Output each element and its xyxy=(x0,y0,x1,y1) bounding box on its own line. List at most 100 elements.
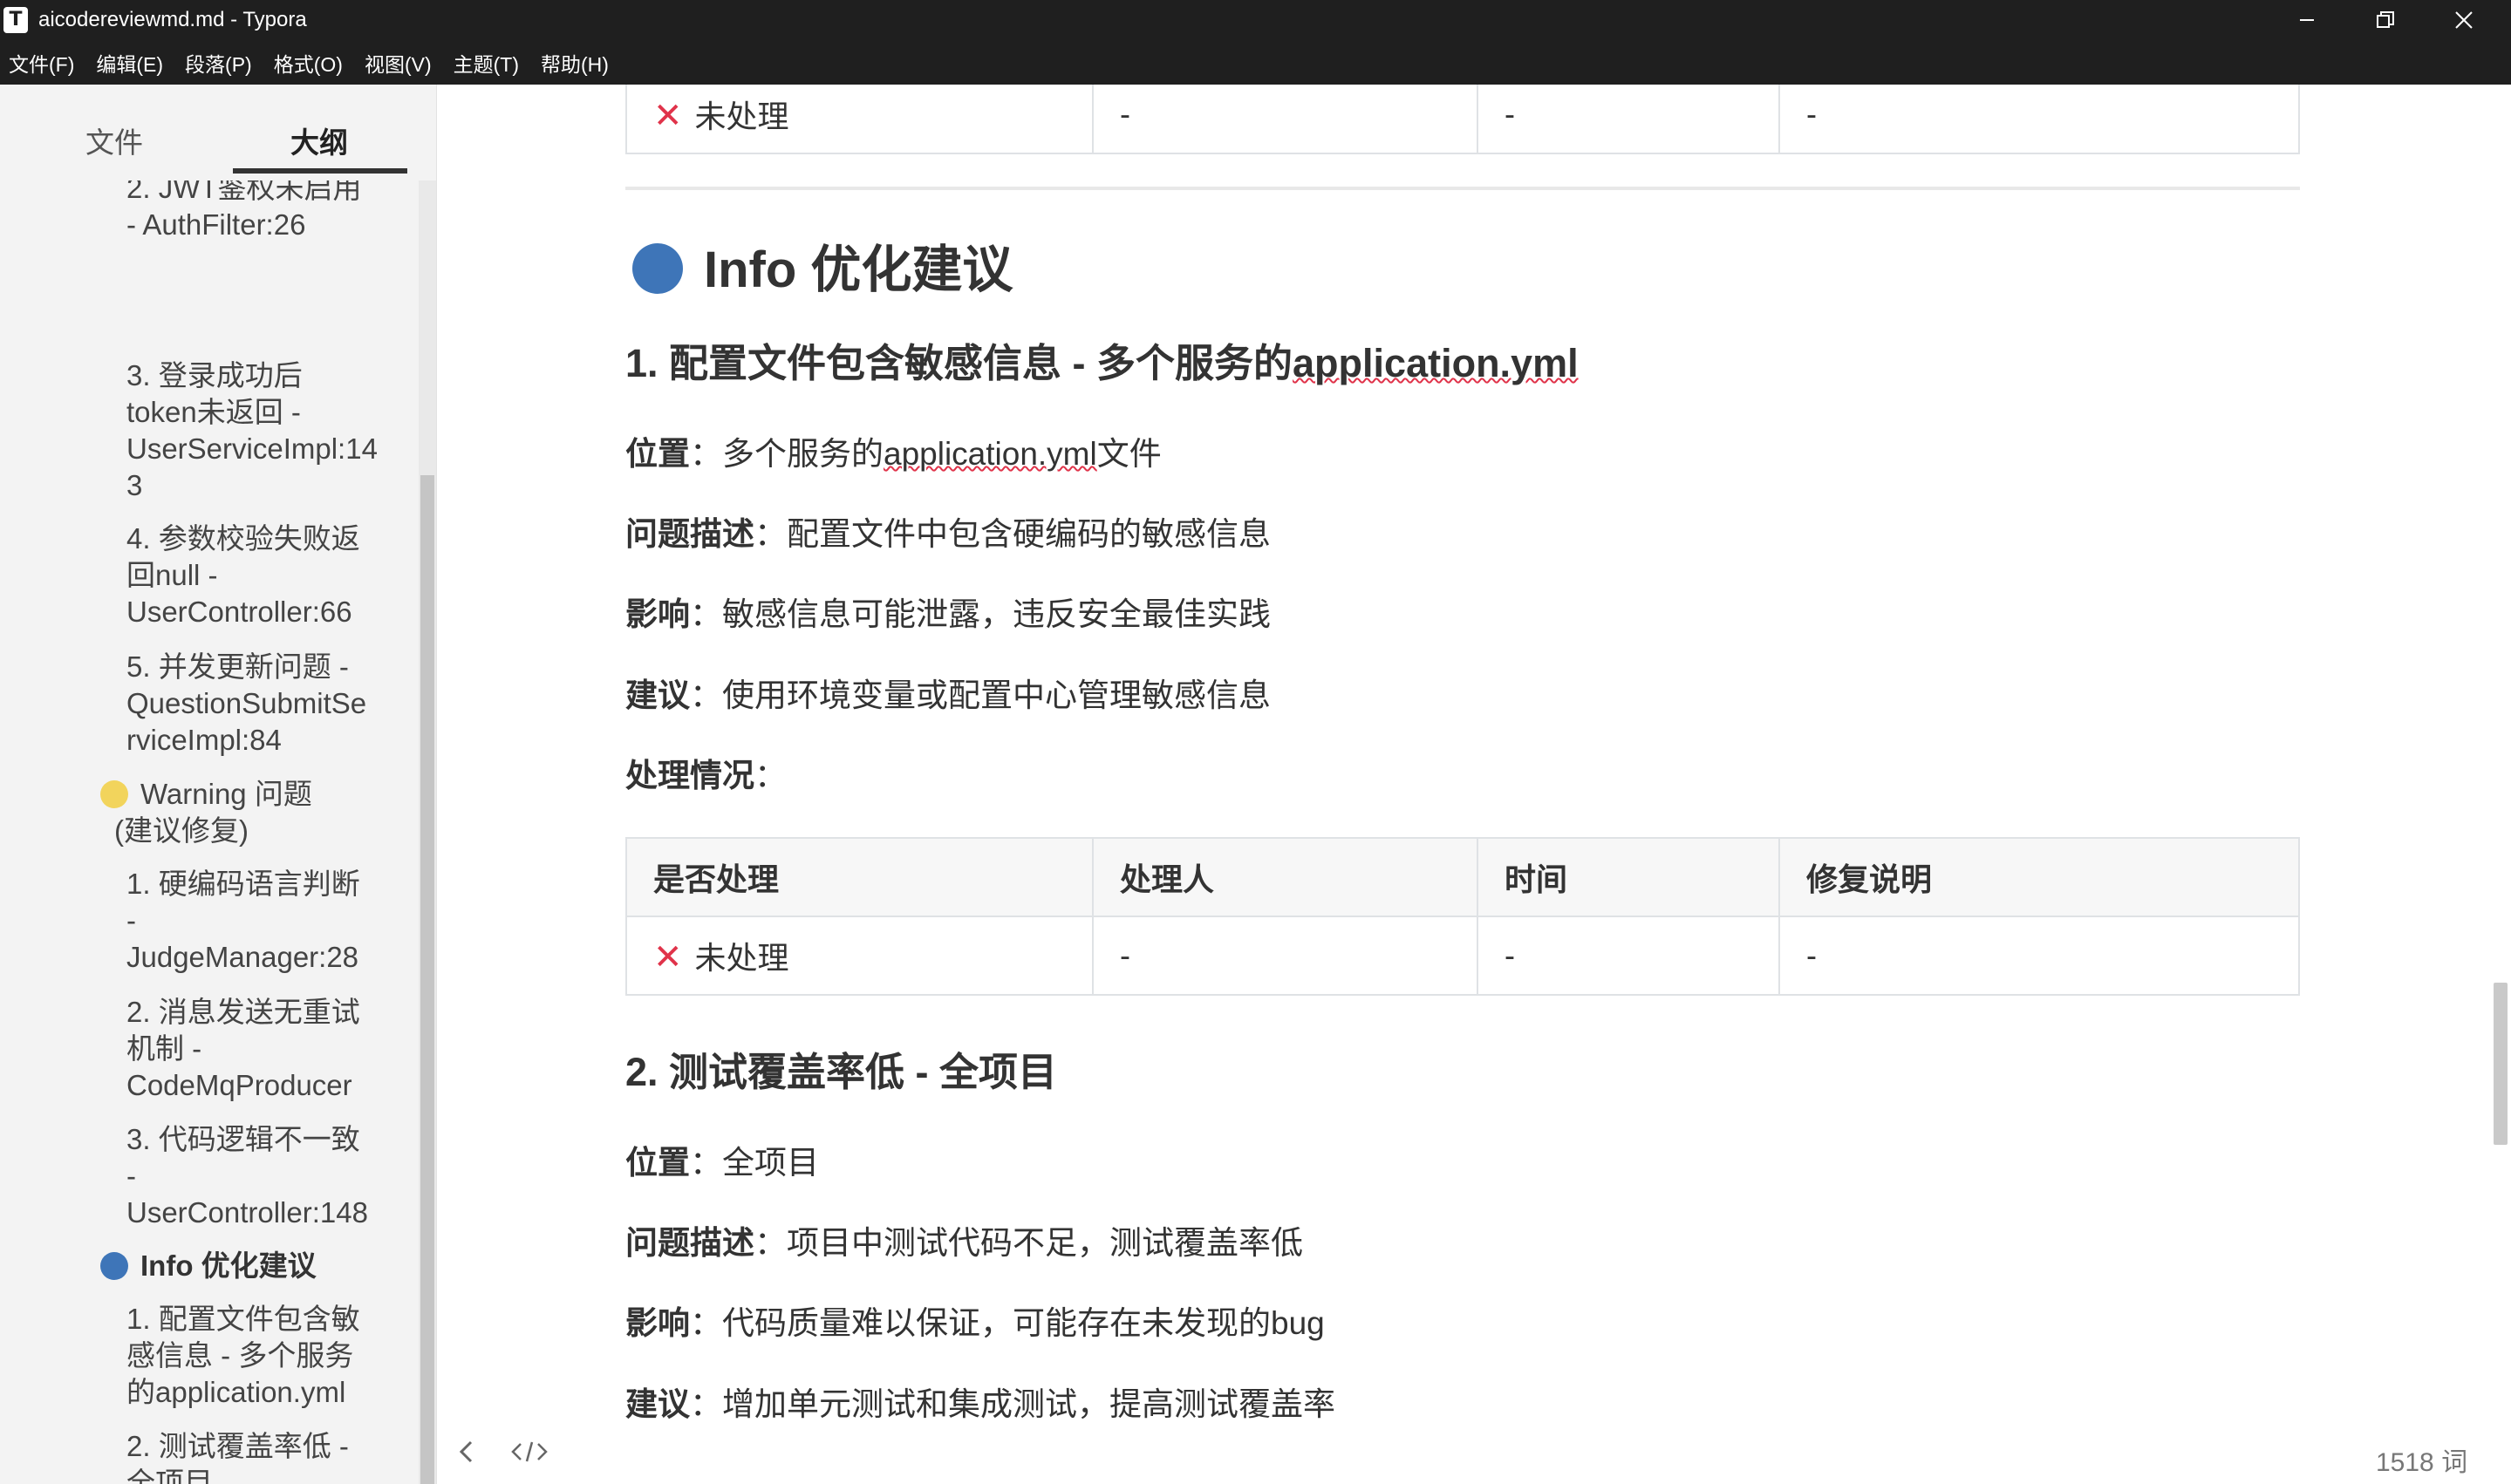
tab-files[interactable]: 文件 xyxy=(85,119,143,161)
outline-item-param-check[interactable]: 4. 参数校验失败返 回null - UserController:66 xyxy=(126,521,388,630)
outline-line: token未返回 - xyxy=(126,396,301,428)
advice-label: 建议 xyxy=(625,1386,690,1422)
info-heading[interactable]: Info 优化建议 xyxy=(632,228,1013,302)
outline-line: 1. 配置文件包含敏 xyxy=(126,1303,360,1335)
outline-line: UserServiceImpl:14 xyxy=(126,432,378,465)
cross-mark-icon: ✕ xyxy=(653,97,683,135)
menu-edit[interactable]: 编辑(E) xyxy=(96,48,163,78)
colon: ： xyxy=(690,436,722,472)
menu-file[interactable]: 文件(F) xyxy=(9,48,74,78)
item1-status-table: 是否处理 处理人 时间 修复说明 ✕ 未处理 - - - xyxy=(625,837,2300,996)
outline-item-mq-retry[interactable]: 2. 消息发送无重试 机制 - CodeMqProducer xyxy=(126,994,388,1104)
outline-line: 感信息 - 多个服务 xyxy=(126,1339,354,1372)
outline-line: 3. 登录成功后 xyxy=(126,359,303,391)
outline-line: - xyxy=(126,1160,136,1192)
table-cell-handler[interactable]: - xyxy=(1092,916,1478,996)
table-row: ✕ 未处理 - - - xyxy=(625,85,2300,154)
minimize-icon xyxy=(2300,19,2314,21)
colon: ： xyxy=(690,677,722,713)
window-title: aicodereviewmd.md - Typora xyxy=(38,8,307,31)
impact-text: 敏感信息可能泄露，违反安全最佳实践 xyxy=(722,596,1271,632)
table-cell-time[interactable]: - xyxy=(1477,916,1780,996)
menu-format[interactable]: 格式(O) xyxy=(274,48,343,78)
outline-item-config-sensitive[interactable]: 1. 配置文件包含敏 感信息 - 多个服务 的application.yml xyxy=(126,1301,388,1411)
item2-description[interactable]: 问题描述：项目中测试代码不足，测试覆盖率低 xyxy=(625,1216,1303,1263)
outline-line: UserController:66 xyxy=(126,596,352,628)
outline-item-info[interactable]: Info 优化建议 xyxy=(100,1248,379,1284)
restore-icon xyxy=(2377,11,2394,28)
item1-location[interactable]: 位置：多个服务的application.yml文件 xyxy=(625,427,1162,474)
item1-handling[interactable]: 处理情况： xyxy=(625,749,787,796)
advice-text: 增加单元测试和集成测试，提高测试覆盖率 xyxy=(722,1386,1335,1422)
item1-heading-filename: application.yml xyxy=(1293,341,1579,385)
menu-view[interactable]: 视图(V) xyxy=(365,48,432,78)
info-heading-text: Info 优化建议 xyxy=(704,242,1013,298)
blue-circle-icon xyxy=(100,1252,128,1280)
title-bar: T aicodereviewmd.md - Typora xyxy=(0,0,2511,40)
outline-line: Info 优化建议 xyxy=(100,1248,379,1284)
code-icon xyxy=(511,1441,548,1462)
outline-line: 2. 测试覆盖率低 - xyxy=(126,1430,349,1462)
table-cell-status[interactable]: ✕ 未处理 xyxy=(625,85,1094,154)
blue-circle-icon xyxy=(632,243,683,294)
item2-advice[interactable]: 建议：增加单元测试和集成测试，提高测试覆盖率 xyxy=(625,1378,1335,1425)
yellow-circle-icon xyxy=(100,780,128,808)
outline-item-test-coverage[interactable]: 2. 测试覆盖率低 - 全项目 xyxy=(126,1428,388,1484)
location-text: 文件 xyxy=(1096,436,1162,472)
impact-text: 代码质量难以保证，可能存在未发现的bug xyxy=(722,1305,1325,1341)
outline-line: JudgeManager:28 xyxy=(126,941,359,973)
menu-help[interactable]: 帮助(H) xyxy=(541,48,609,78)
outline-item-hardcode-lang[interactable]: 1. 硬编码语言判断 - JudgeManager:28 xyxy=(126,866,388,976)
outline-line: 回null - xyxy=(126,559,218,591)
outline-line: 3 xyxy=(126,469,143,501)
outline-item-warning[interactable]: Warning 问题 (建议修复) xyxy=(100,776,379,849)
outline-item-concurrency[interactable]: 5. 并发更新问题 - QuestionSubmitSe rviceImpl:8… xyxy=(126,649,388,759)
impact-label: 影响 xyxy=(625,1305,690,1341)
item1-advice[interactable]: 建议：使用环境变量或配置中心管理敏感信息 xyxy=(625,669,1271,716)
table-cell-note[interactable]: - xyxy=(1778,85,2300,154)
minimize-button[interactable] xyxy=(2268,0,2346,40)
item2-heading[interactable]: 2. 测试覆盖率低 - 全项目 xyxy=(625,1040,1057,1097)
outline-item-login-token[interactable]: 3. 登录成功后 token未返回 - UserServiceImpl:14 3 xyxy=(126,357,388,504)
outline-item-logic-inconsistent[interactable]: 3. 代码逻辑不一致 - UserController:148 xyxy=(126,1121,388,1231)
close-icon xyxy=(2455,11,2473,29)
outline-line: 全项目 xyxy=(126,1467,213,1484)
source-code-mode-button[interactable] xyxy=(511,1439,548,1472)
word-count[interactable]: 1518 词 xyxy=(2376,1440,2467,1479)
menu-paragraph[interactable]: 段落(P) xyxy=(185,48,252,78)
item1-impact[interactable]: 影响：敏感信息可能泄露，违反安全最佳实践 xyxy=(625,588,1271,635)
close-button[interactable] xyxy=(2425,0,2503,40)
description-label: 问题描述 xyxy=(625,1225,754,1261)
item1-heading[interactable]: 1. 配置文件包含敏感信息 - 多个服务的application.yml xyxy=(625,331,1579,388)
status-text: 未处理 xyxy=(694,940,789,976)
menu-bar: 文件(F) 编辑(E) 段落(P) 格式(O) 视图(V) 主题(T) 帮助(H… xyxy=(0,40,2511,85)
table-cell-handler[interactable]: - xyxy=(1092,85,1478,154)
outline-text: Info 优化建议 xyxy=(140,1249,317,1282)
outline-line: 3. 代码逻辑不一致 xyxy=(126,1123,360,1155)
previous-status-table: ✕ 未处理 - - - xyxy=(625,85,2300,154)
item2-location[interactable]: 位置：全项目 xyxy=(625,1136,819,1183)
colon: ： xyxy=(690,1386,722,1422)
editor-content[interactable]: ✕ 未处理 - - - Info 优化建议 1. 配置文件包含敏感信息 - 多个服… xyxy=(437,85,2511,1484)
column-header-handled[interactable]: 是否处理 xyxy=(625,837,1094,917)
sidebar-scrollbar-thumb[interactable] xyxy=(420,475,434,1484)
menu-theme[interactable]: 主题(T) xyxy=(454,48,519,78)
table-cell-time[interactable]: - xyxy=(1477,85,1780,154)
restore-button[interactable] xyxy=(2346,0,2425,40)
column-header-handler[interactable]: 处理人 xyxy=(1092,837,1478,917)
sidebar-tabs: 文件 大纲 xyxy=(0,85,436,180)
location-text: 多个服务的 xyxy=(722,436,884,472)
table-cell-status[interactable]: ✕ 未处理 xyxy=(625,916,1094,996)
item2-impact[interactable]: 影响：代码质量难以保证，可能存在未发现的bug xyxy=(625,1297,1325,1344)
handling-label: 处理情况 xyxy=(625,758,754,793)
column-header-fix-note[interactable]: 修复说明 xyxy=(1778,837,2300,917)
editor-scrollbar-thumb[interactable] xyxy=(2494,983,2508,1145)
column-header-time[interactable]: 时间 xyxy=(1477,837,1780,917)
item1-description[interactable]: 问题描述：配置文件中包含硬编码的敏感信息 xyxy=(625,507,1271,555)
colon: ： xyxy=(754,516,787,552)
table-cell-note[interactable]: - xyxy=(1778,916,2300,996)
outline-item-jwt[interactable]: 2. JWT鉴权未启用 - AuthFilter:26 xyxy=(126,170,388,243)
location-text: 全项目 xyxy=(722,1145,819,1181)
collapse-sidebar-button[interactable] xyxy=(454,1439,480,1472)
tab-outline[interactable]: 大纲 xyxy=(290,119,348,161)
